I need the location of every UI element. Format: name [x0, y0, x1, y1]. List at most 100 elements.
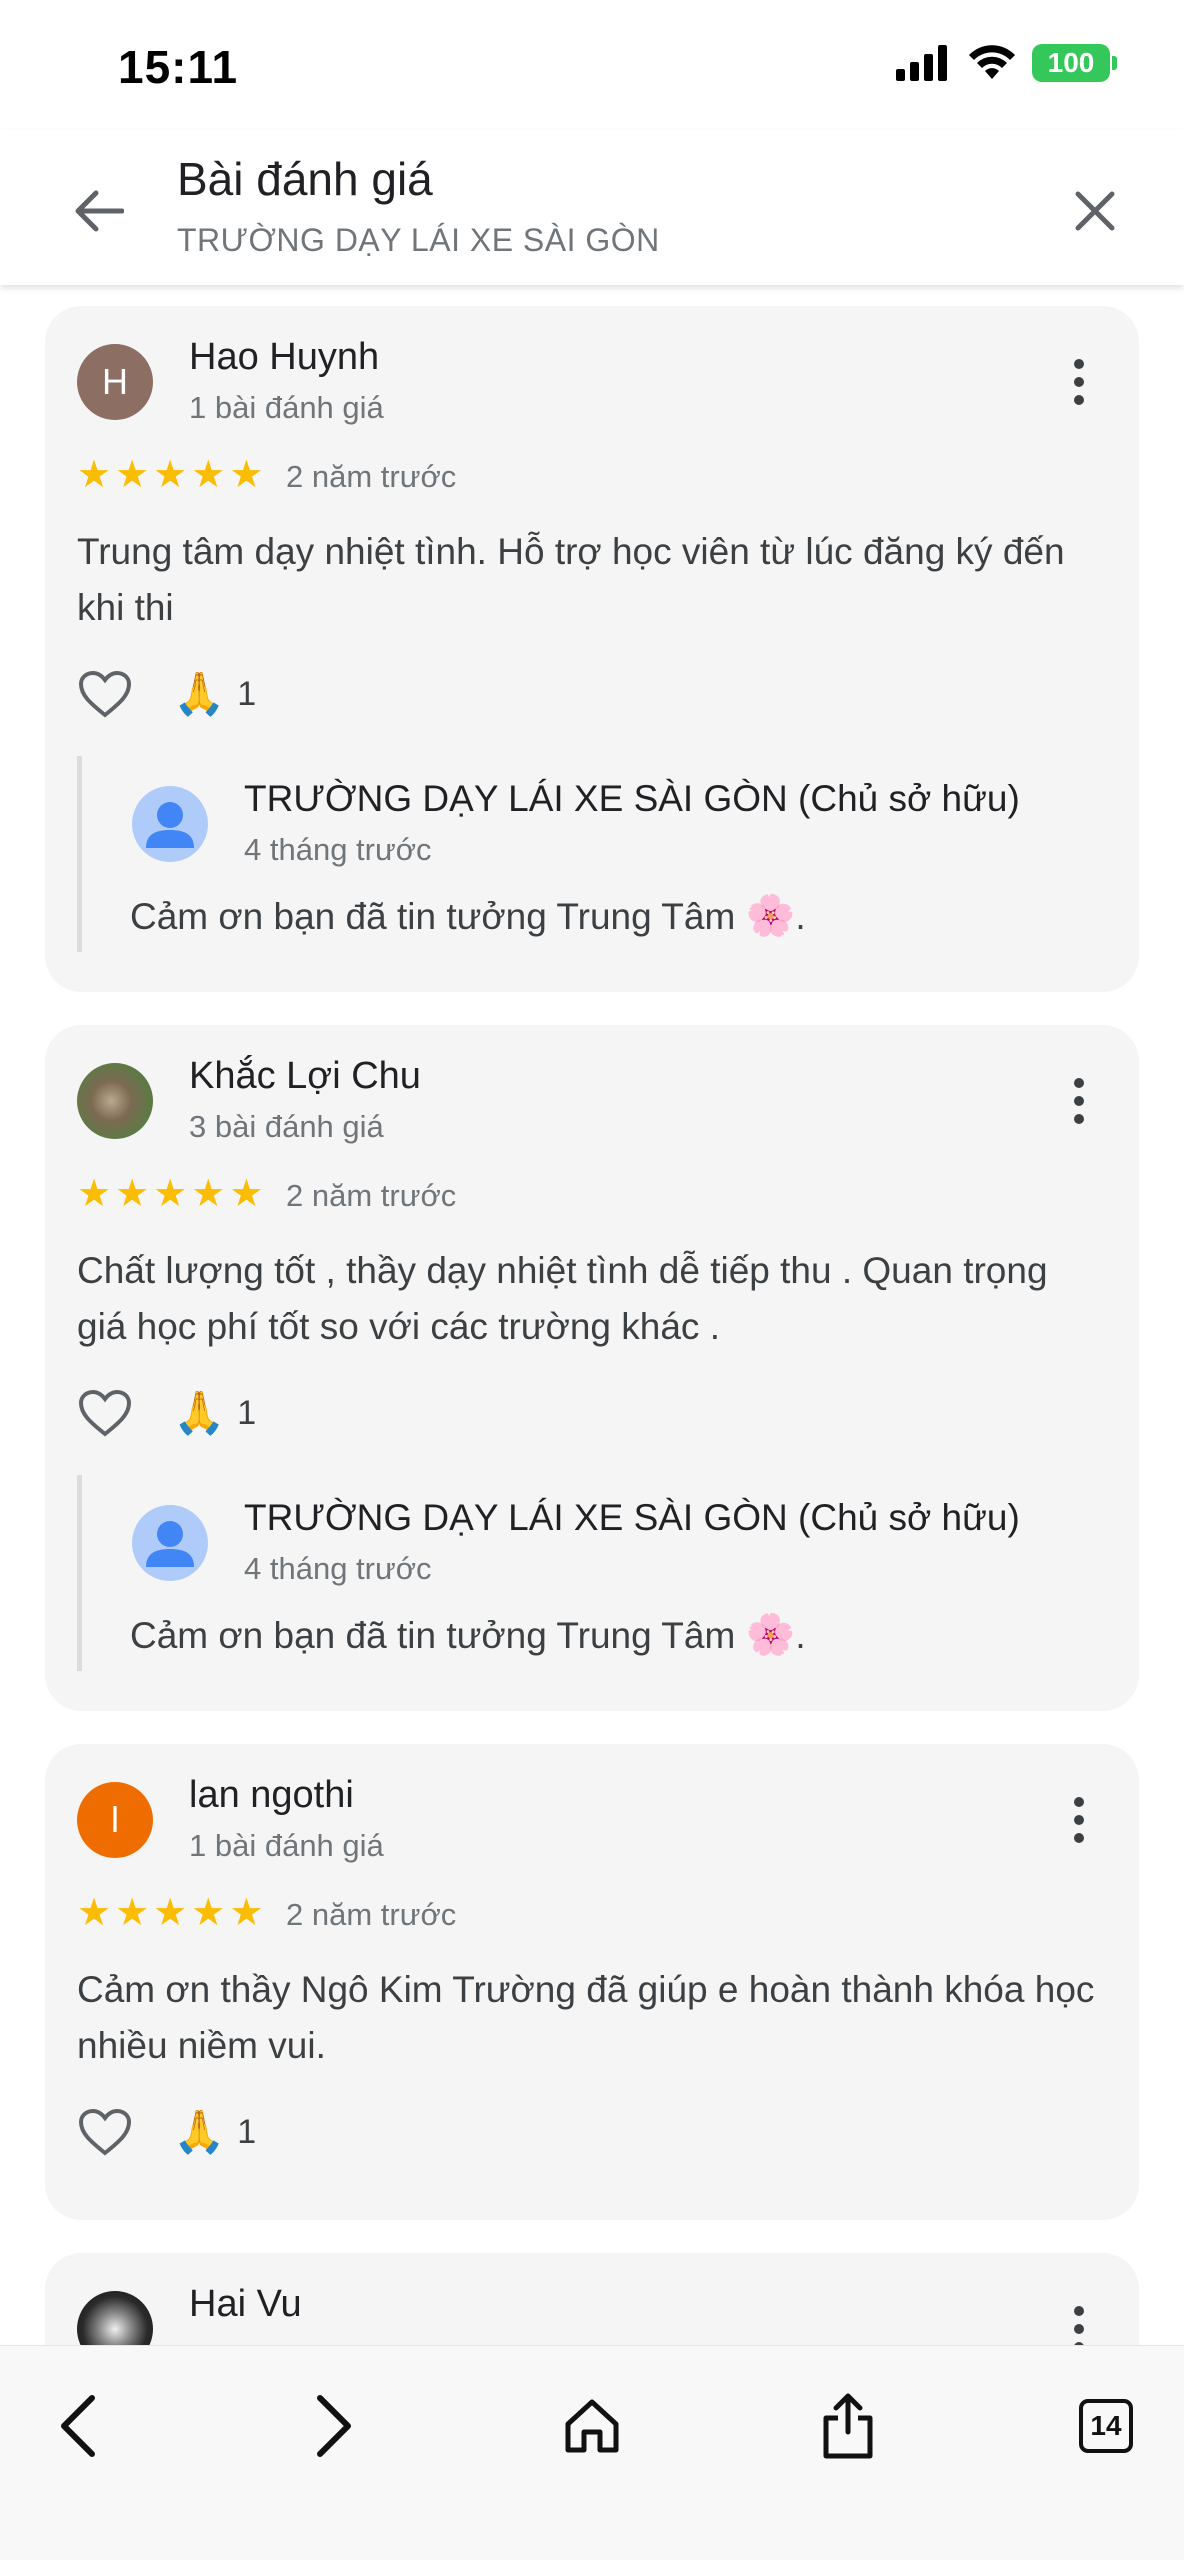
- more-dot: [1074, 2306, 1084, 2316]
- like-button[interactable]: [77, 1385, 133, 1441]
- reply-text: Cảm ơn bạn đã tin tưởng Trung Tâm: [130, 896, 736, 937]
- tab-count: 14: [1079, 2399, 1133, 2453]
- avatar-initial: l: [111, 1799, 119, 1840]
- star-icon: ★: [77, 1173, 112, 1215]
- star-icon: ★: [153, 454, 188, 496]
- app-header: Bài đánh giá TRƯỜNG DẠY LÁI XE SÀI GÒN: [0, 130, 1184, 285]
- more-dot: [1074, 395, 1084, 405]
- reaction-count: 1: [237, 1393, 257, 1432]
- signal-icon: [896, 45, 947, 81]
- avatar[interactable]: [77, 1063, 153, 1139]
- star-icon: ★: [77, 1892, 112, 1934]
- chevron-left-icon: [61, 2395, 95, 2457]
- flower-emoji-icon: 🌸: [745, 894, 796, 938]
- review-time: 2 năm trước: [286, 1897, 457, 1932]
- more-dot: [1074, 2324, 1084, 2334]
- more-dot: [1074, 1797, 1084, 1807]
- review-actions: 🙏 1: [77, 666, 256, 722]
- review-card: l lan ngothi 1 bài đánh giá ★ ★ ★ ★ ★ 2 năm …: [45, 1744, 1139, 2220]
- review-count: 1 bài đánh giá: [189, 1828, 384, 1863]
- chevron-right-icon: [317, 2395, 351, 2457]
- more-dot: [1074, 377, 1084, 387]
- reply-period: .: [795, 896, 806, 937]
- review-time: 2 năm trước: [286, 1178, 457, 1213]
- avatar-initial: H: [102, 361, 128, 402]
- star-icon: ★: [191, 1892, 226, 1934]
- pray-reaction-icon[interactable]: 🙏: [173, 1389, 225, 1438]
- more-options-button[interactable]: [1059, 1071, 1099, 1131]
- more-dot: [1074, 1833, 1084, 1843]
- review-count: 1 bài đánh giá: [189, 390, 384, 425]
- star-icon: ★: [229, 1892, 264, 1934]
- star-rating: ★ ★ ★ ★ ★: [77, 1175, 263, 1213]
- person-icon: [146, 802, 194, 848]
- star-icon: ★: [115, 1173, 150, 1215]
- status-bar: 15:11 100: [0, 0, 1184, 130]
- like-button[interactable]: [77, 2104, 133, 2160]
- heart-icon: [78, 2108, 132, 2156]
- reviewer-name[interactable]: Hao Huynh: [189, 336, 379, 379]
- reply-text: Cảm ơn bạn đã tin tưởng Trung Tâm: [130, 1615, 736, 1656]
- avatar[interactable]: H: [77, 344, 153, 420]
- reviewer-name[interactable]: Khắc Lợi Chu: [189, 1055, 421, 1098]
- more-dot: [1074, 1078, 1084, 1088]
- browser-toolbar: 14: [0, 2345, 1184, 2560]
- reviews-list[interactable]: H Hao Huynh 1 bài đánh giá ★ ★ ★ ★ ★ 2 năm t…: [0, 285, 1184, 2345]
- pray-reaction-icon[interactable]: 🙏: [173, 2108, 225, 2157]
- more-dot: [1074, 1096, 1084, 1106]
- reviewer-name[interactable]: Hai Vu: [189, 2283, 302, 2326]
- review-card: Khắc Lợi Chu 3 bài đánh giá ★ ★ ★ ★ ★ 2 năm …: [45, 1025, 1139, 1711]
- owner-avatar: [132, 1505, 208, 1581]
- reply-time: 4 tháng trước: [244, 832, 432, 867]
- heart-icon: [78, 670, 132, 718]
- star-icon: ★: [229, 454, 264, 496]
- page-subtitle: TRƯỜNG DẠY LÁI XE SÀI GÒN: [177, 222, 660, 258]
- more-dot: [1074, 1815, 1084, 1825]
- close-button[interactable]: [1060, 176, 1130, 246]
- avatar[interactable]: [77, 2291, 153, 2345]
- reply-time: 4 tháng trước: [244, 1551, 432, 1586]
- person-icon: [146, 1521, 194, 1567]
- reviewer-name[interactable]: lan ngothi: [189, 1774, 354, 1817]
- star-icon: ★: [191, 1173, 226, 1215]
- more-options-button[interactable]: [1059, 352, 1099, 412]
- review-time: 2 năm trước: [286, 459, 457, 494]
- pray-reaction-icon[interactable]: 🙏: [173, 670, 225, 719]
- home-button[interactable]: [552, 2386, 632, 2466]
- star-icon: ★: [229, 1173, 264, 1215]
- owner-avatar: [132, 786, 208, 862]
- star-rating: ★ ★ ★ ★ ★: [77, 456, 263, 494]
- like-button[interactable]: [77, 666, 133, 722]
- back-nav-button[interactable]: [38, 2386, 118, 2466]
- forward-nav-button[interactable]: [294, 2386, 374, 2466]
- status-time: 15:11: [118, 41, 239, 93]
- star-rating: ★ ★ ★ ★ ★: [77, 1894, 263, 1932]
- wifi-icon: [969, 45, 1015, 79]
- arrow-left-icon: [75, 190, 124, 232]
- close-icon: [1075, 191, 1115, 231]
- tabs-button[interactable]: 14: [1066, 2386, 1146, 2466]
- more-options-button[interactable]: [1059, 2299, 1099, 2345]
- heart-icon: [78, 1389, 132, 1437]
- more-dot: [1074, 359, 1084, 369]
- battery-indicator: 100: [1032, 44, 1117, 82]
- review-actions: 🙏 1: [77, 2104, 256, 2160]
- star-icon: ★: [153, 1892, 188, 1934]
- reply-text-wrap: Cảm ơn bạn đã tin tưởng Trung Tâm 🌸.: [130, 892, 806, 939]
- review-count: 3 bài đánh giá: [189, 1109, 384, 1144]
- owner-name: TRƯỜNG DẠY LÁI XE SÀI GÒN (Chủ sở hữu): [244, 1497, 1020, 1538]
- more-options-button[interactable]: [1059, 1790, 1099, 1850]
- share-icon: [823, 2393, 873, 2459]
- review-text: Trung tâm dạy nhiệt tình. Hỗ trợ học viê…: [77, 531, 1065, 628]
- more-dot: [1074, 1114, 1084, 1124]
- review-text: Chất lượng tốt , thầy dạy nhiệt tình dễ …: [77, 1250, 1048, 1347]
- star-icon: ★: [115, 1892, 150, 1934]
- back-button[interactable]: [64, 176, 134, 246]
- status-icons: 100: [896, 44, 1117, 82]
- avatar[interactable]: l: [77, 1782, 153, 1858]
- review-card: Hai Vu: [45, 2253, 1139, 2345]
- owner-name: TRƯỜNG DẠY LÁI XE SÀI GÒN (Chủ sở hữu): [244, 778, 1020, 819]
- share-button[interactable]: [808, 2386, 888, 2466]
- page-title: Bài đánh giá: [177, 153, 433, 205]
- reaction-count: 1: [237, 2112, 257, 2151]
